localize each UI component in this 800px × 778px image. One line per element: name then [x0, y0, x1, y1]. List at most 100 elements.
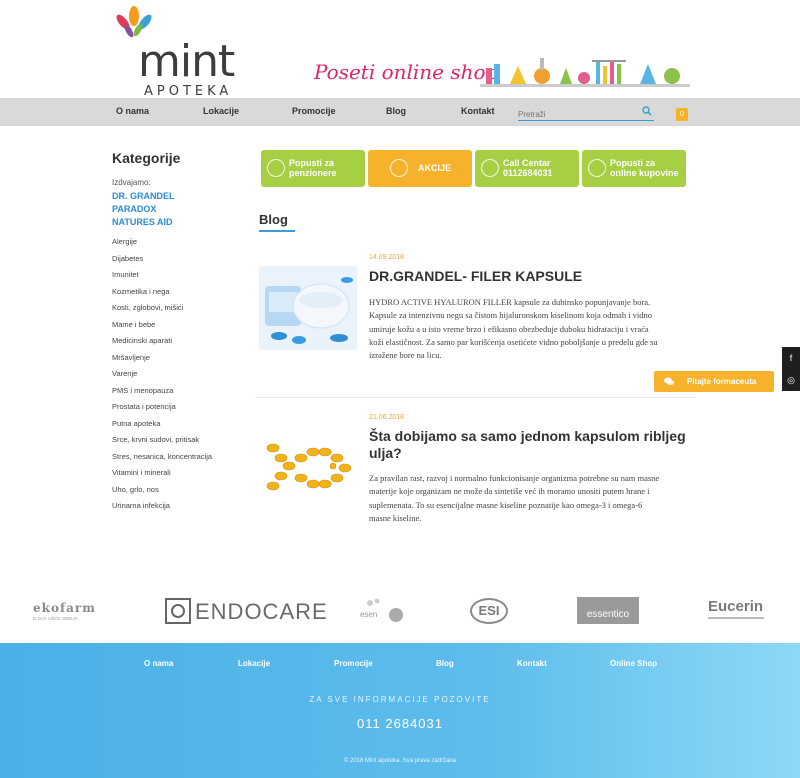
featured-paradox[interactable]: PARADOX	[112, 204, 252, 214]
post-excerpt-line: HYDRO ACTIVE HYALURON FILLER kapsule za …	[369, 297, 651, 307]
brand-essentico-logo[interactable]: essentico	[577, 597, 639, 624]
nav-lokacije[interactable]: Lokacije	[203, 106, 239, 116]
promo-penzioneri-button[interactable]: Popusti za penzionere	[261, 150, 365, 187]
post-image-fish-oil[interactable]	[259, 428, 357, 500]
post-divider	[255, 397, 695, 398]
brand-ekofarm-text: ekofarm	[33, 601, 96, 615]
brand-esential-text: esen	[360, 610, 378, 619]
promo-line1: Call Centar	[503, 158, 551, 168]
category-item[interactable]: Uho, grlo, nos	[112, 485, 252, 502]
promo-line2: 0112684031	[503, 168, 553, 178]
footer-link-blog[interactable]: Blog	[436, 659, 454, 668]
brand-esi-text: ESI	[478, 603, 500, 618]
search-icon[interactable]	[642, 106, 652, 116]
eucerin-underline	[708, 617, 764, 619]
category-item[interactable]: Stres, nesanica, koncentracija	[112, 452, 252, 469]
nav-blog[interactable]: Blog	[386, 106, 406, 116]
footer-link-lokacije[interactable]: Lokacije	[238, 659, 270, 668]
brand-endocare-logo[interactable]: ENDOCARE	[165, 598, 327, 626]
brand-essentico-text: essentico	[586, 609, 630, 620]
post-excerpt-line: umiruje kožu a u isto vreme brzo i efika…	[369, 323, 649, 334]
category-item[interactable]: Urinarna infekcija	[112, 501, 252, 518]
nav-kontakt[interactable]: Kontakt	[461, 106, 495, 116]
brand-ekofarm-logo[interactable]: ekofarm D.O.O. UŠĆE SRBIJA	[33, 601, 97, 623]
facebook-icon[interactable]: f	[782, 347, 800, 369]
category-item[interactable]: Vitamini i minerali	[112, 468, 252, 485]
post-excerpt-line: masne kiseline.	[369, 512, 422, 523]
category-item[interactable]: Medicinski aparati	[112, 336, 252, 353]
category-item[interactable]: Mame i bebe	[112, 320, 252, 337]
blog-heading: Blog	[259, 212, 288, 227]
category-list: Alergije Dijabetes Imunitet Kozmetika i …	[112, 237, 252, 518]
post-excerpt-line: koži elastičnost. Za samo par korišćenja…	[369, 336, 658, 347]
post-excerpt: HYDRO ACTIVE HYALURON FILLER kapsule za …	[369, 296, 699, 362]
featured-dr-grandel[interactable]: DR. GRANDEL	[112, 191, 252, 201]
logo-wordmark: mint	[138, 36, 235, 87]
promo-line1: Popusti za	[289, 158, 335, 168]
category-item[interactable]: Srce, krvni sudovi, pritisak	[112, 435, 252, 452]
post-excerpt-line: Za pravilan rast, razvoj i normalno funk…	[369, 473, 660, 483]
cart-badge[interactable]: 0	[676, 108, 688, 121]
category-item[interactable]: Kosti, zglobovi, mišići	[112, 303, 252, 320]
footer-copyright: © 2018 Mint apoteka. Sva prava zadržana	[343, 758, 457, 764]
category-item[interactable]: PMS i menopauza	[112, 386, 252, 403]
category-item[interactable]: Alergije	[112, 237, 252, 254]
promo-call-centar-button[interactable]: Call Centar 0112684031	[475, 150, 579, 187]
footer-link-online-shop[interactable]: Online Shop	[610, 659, 657, 668]
search-box	[518, 104, 654, 123]
promo-label: Popusti za online kupovine	[610, 158, 679, 178]
brand-esential-logo[interactable]: esen	[360, 597, 404, 625]
ask-pharmacist-label: Pitajte formaceuta	[687, 377, 757, 386]
promo-label: Call Centar 0112684031	[503, 158, 553, 178]
brand-esi-logo[interactable]: ESI	[470, 598, 508, 624]
percent-icon	[267, 159, 285, 177]
category-item[interactable]: Prostata i potencija	[112, 402, 252, 419]
category-item[interactable]: Putna apoteka	[112, 419, 252, 436]
featured-label: Izdvajamo:	[112, 178, 151, 187]
brand-ekofarm-sub: D.O.O. UŠĆE SRBIJA	[33, 616, 78, 621]
footer-link-o-nama[interactable]: O nama	[144, 659, 173, 668]
post-excerpt-line: suplemenata. To su esencijalne masne kis…	[369, 499, 643, 510]
category-item[interactable]: Imunitet	[112, 270, 252, 287]
featured-natures-aid[interactable]: NATURES AID	[112, 217, 252, 227]
tag-icon	[390, 159, 408, 177]
footer-info: ZA SVE INFORMACIJE POZOVITE	[309, 695, 491, 704]
promo-line1: Popusti za	[610, 158, 656, 168]
brand-eucerin-text: Eucerin	[708, 598, 764, 615]
category-item[interactable]: Dijabetes	[112, 254, 252, 271]
instagram-icon[interactable]: ◎	[782, 369, 800, 391]
post-excerpt-line: izražene bore na licu.	[369, 350, 442, 361]
brand-eucerin-logo[interactable]: Eucerin	[708, 598, 768, 622]
post-date: 21.06.2018	[369, 414, 405, 421]
nav-promocije[interactable]: Promocije	[292, 106, 336, 116]
search-input[interactable]	[518, 106, 638, 123]
promo-label: AKCIJE	[418, 163, 451, 173]
cart-percent-icon	[588, 159, 606, 177]
footer-link-kontakt[interactable]: Kontakt	[517, 659, 547, 668]
site-header: mint APOTEKA Poseti online shop	[0, 0, 800, 99]
post-excerpt-line: Kapsule za intenzivnu negu sa čistom hij…	[369, 310, 653, 321]
promo-akcije-button[interactable]: AKCIJE	[368, 150, 472, 187]
post-image-capsules[interactable]	[259, 266, 357, 350]
footer-link-promocije[interactable]: Promocije	[334, 659, 373, 668]
social-bar: f ◎	[782, 347, 800, 391]
promo-label: Popusti za penzionere	[289, 158, 337, 178]
promo-line1: AKCIJE	[418, 163, 452, 173]
category-sidebar: Kategorije Izdvajamo: DR. GRANDEL PARADO…	[112, 150, 252, 518]
category-item[interactable]: Mršavljenje	[112, 353, 252, 370]
post-excerpt: Za pravilan rast, razvoj i normalno funk…	[369, 472, 699, 525]
footer-phone[interactable]: 011 2684031	[0, 716, 800, 731]
post-title[interactable]: Šta dobijamo sa samo jednom kapsulom rib…	[369, 428, 699, 462]
sidebar-title: Kategorije	[112, 150, 181, 166]
banner-text: Poseti online shop	[314, 60, 499, 84]
promo-online-button[interactable]: Popusti za online kupovine	[582, 150, 686, 187]
category-item[interactable]: Kozmetika i nega	[112, 287, 252, 304]
ask-pharmacist-button[interactable]: Pitajte formaceuta	[654, 371, 774, 392]
category-item[interactable]: Varenje	[112, 369, 252, 386]
brand-endocare-text: ENDOCARE	[195, 599, 328, 624]
mint-logo[interactable]: mint APOTEKA	[110, 6, 250, 99]
nav-o-nama[interactable]: O nama	[116, 106, 149, 116]
post-title[interactable]: DR.GRANDEL- FILER KAPSULE	[369, 268, 582, 285]
lab-glassware-icon	[480, 58, 690, 87]
online-shop-banner[interactable]: Poseti online shop	[310, 52, 690, 92]
